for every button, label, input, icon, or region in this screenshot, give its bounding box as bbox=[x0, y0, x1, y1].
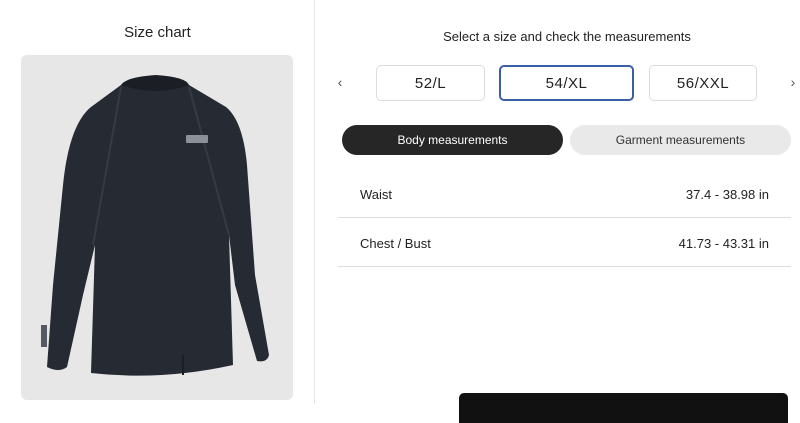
size-chart-panel: Size chart bbox=[0, 0, 315, 404]
measurement-label: Waist bbox=[360, 187, 393, 202]
size-option-56-xxl[interactable]: 56/XXL bbox=[649, 65, 757, 101]
measurement-row: Waist 37.4 - 38.98 in bbox=[338, 170, 791, 218]
size-option-54-xl[interactable]: 54/XL bbox=[499, 65, 634, 101]
tab-garment-measurements[interactable]: Garment measurements bbox=[570, 125, 791, 155]
measurement-value: 37.4 - 38.98 in bbox=[685, 187, 769, 202]
shirt-illustration bbox=[41, 75, 269, 376]
measurement-value: 41.73 - 43.31 in bbox=[678, 236, 769, 251]
add-to-cart-button[interactable] bbox=[459, 393, 788, 423]
prev-size-arrow-icon[interactable]: ‹ bbox=[332, 74, 348, 90]
size-chart-title: Size chart bbox=[124, 24, 191, 41]
measurement-label: Chest / Bust bbox=[360, 236, 431, 251]
size-select-prompt: Select a size and check the measurements bbox=[443, 29, 691, 44]
measurement-row: Chest / Bust 41.73 - 43.31 in bbox=[338, 219, 791, 267]
next-size-arrow-icon[interactable]: › bbox=[785, 74, 800, 90]
product-image bbox=[21, 55, 293, 400]
tab-body-measurements[interactable]: Body measurements bbox=[342, 125, 563, 155]
size-option-52-l[interactable]: 52/L bbox=[376, 65, 485, 101]
